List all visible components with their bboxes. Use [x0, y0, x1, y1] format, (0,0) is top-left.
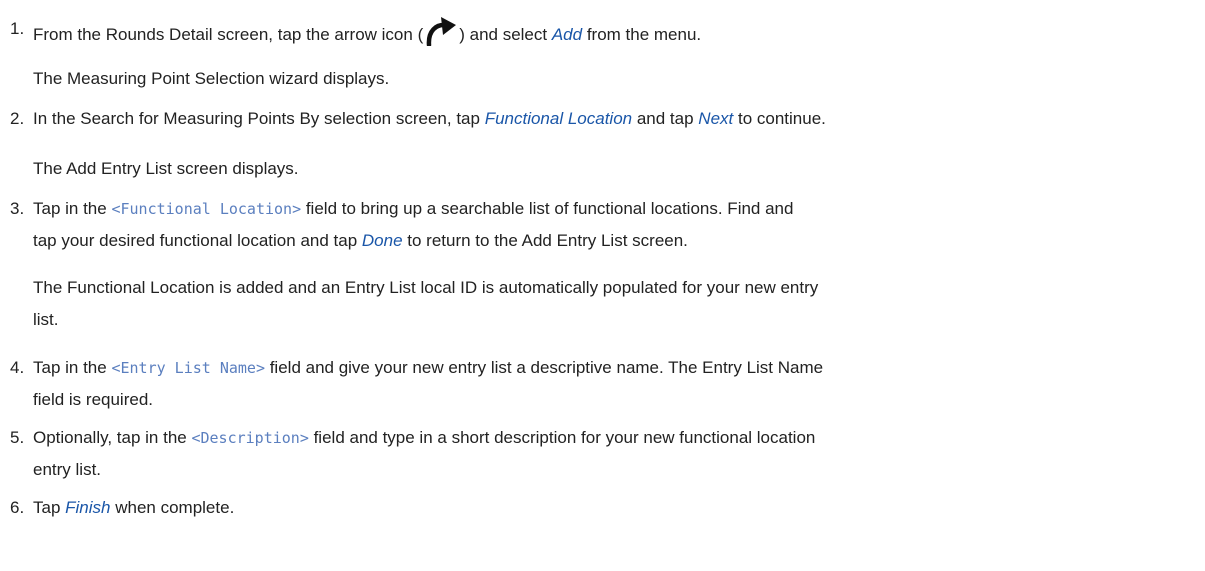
functional-location-option-ref: Functional Location — [484, 109, 633, 128]
step-number: 5. — [10, 428, 25, 447]
step-number: 2. — [10, 109, 25, 128]
step-text-part: to continue. — [733, 109, 826, 128]
step-text-part: from the menu. — [582, 25, 702, 44]
step-3: 3. Tap in the <Functional Location> fiel… — [0, 196, 1200, 254]
entry-list-name-field-ref: <Entry List Name> — [111, 359, 265, 377]
done-button-ref: Done — [361, 231, 403, 250]
step-number: 4. — [10, 358, 25, 377]
step-text-part: Tap in the — [33, 358, 112, 377]
step-text-part: In the Search for Measuring Points By se… — [33, 109, 485, 128]
step-text-part: Optionally, tap in the — [33, 428, 192, 447]
step-text: Tap in the <Entry List Name> field and g… — [33, 355, 1200, 413]
procedure-document: 1. From the Rounds Detail screen, tap th… — [0, 0, 1205, 571]
add-menu-item-ref: Add — [551, 25, 583, 44]
step-1-result: The Measuring Point Selection wizard dis… — [33, 69, 390, 88]
step-text-part: and tap — [632, 109, 699, 128]
step-6: 6. Tap Finish when complete. — [0, 495, 1200, 521]
step-3-result: The Functional Location is added and an … — [33, 275, 1198, 333]
step-text-part: to return to the Add Entry List screen. — [402, 231, 688, 250]
step-text-part: field and give your new entry list a des… — [264, 358, 824, 377]
step-text: Tap Finish when complete. — [33, 495, 1200, 521]
step-4: 4. Tap in the <Entry List Name> field an… — [0, 355, 1200, 413]
step-text-part: From the Rounds Detail screen, tap the a… — [33, 25, 424, 44]
step-number: 1. — [10, 19, 25, 38]
step-text-part: field and type in a short description fo… — [308, 428, 816, 447]
step-line: field is required. — [33, 390, 154, 409]
step-text: From the Rounds Detail screen, tap the a… — [33, 16, 1200, 48]
step-line: Optionally, tap in the <Description> fie… — [33, 425, 1200, 451]
step-line: entry list. — [33, 460, 102, 479]
curved-arrow-icon — [426, 17, 457, 46]
step-number: 3. — [10, 199, 25, 218]
next-button-ref: Next — [698, 109, 734, 128]
step-text-part: ) and select — [459, 25, 552, 44]
step-1: 1. From the Rounds Detail screen, tap th… — [0, 16, 1200, 48]
step-line: tap your desired functional location and… — [33, 228, 1200, 254]
result-line: The Functional Location is added and an … — [33, 278, 819, 297]
functional-location-field-ref: <Functional Location> — [111, 200, 302, 218]
result-line: list. — [33, 310, 59, 329]
step-5: 5. Optionally, tap in the <Description> … — [0, 425, 1200, 483]
step-text-part: field to bring up a searchable list of f… — [301, 199, 794, 218]
step-line: Tap in the <Entry List Name> field and g… — [33, 355, 1200, 381]
step-text-part: Tap — [33, 498, 66, 517]
description-field-ref: <Description> — [191, 429, 309, 447]
finish-button-ref: Finish — [65, 498, 111, 517]
step-2: 2. In the Search for Measuring Points By… — [0, 106, 1200, 132]
step-text-part: tap your desired functional location and… — [33, 231, 362, 250]
step-text-part: when complete. — [110, 498, 235, 517]
step-number: 6. — [10, 498, 25, 517]
step-text: In the Search for Measuring Points By se… — [33, 106, 1200, 132]
step-2-result: The Add Entry List screen displays. — [33, 159, 299, 178]
step-line: Tap in the <Functional Location> field t… — [33, 196, 1200, 222]
step-text: Tap in the <Functional Location> field t… — [33, 196, 1200, 254]
step-text-part: Tap in the — [33, 199, 112, 218]
step-text: Optionally, tap in the <Description> fie… — [33, 425, 1200, 483]
